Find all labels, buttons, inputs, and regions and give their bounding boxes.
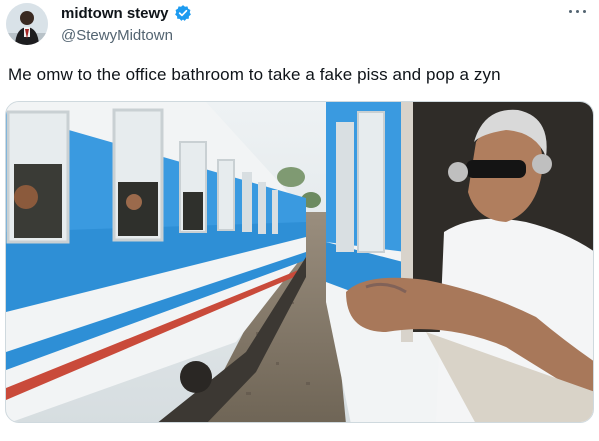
- verified-badge-icon: [174, 4, 192, 22]
- author-handle[interactable]: @StewyMidtown: [61, 27, 173, 44]
- author-display-name[interactable]: midtown stewy: [61, 5, 169, 22]
- author-avatar[interactable]: [6, 3, 48, 45]
- train-photo-illustration: [6, 102, 593, 422]
- post-media-image[interactable]: [5, 101, 594, 423]
- post-text: Me omw to the office bathroom to take a …: [8, 65, 501, 84]
- post-header: midtown stewy @StewyMidtown: [0, 0, 599, 60]
- more-options-icon[interactable]: [569, 5, 589, 17]
- author-name-row: midtown stewy: [61, 4, 192, 22]
- user-avatar-icon: [6, 3, 48, 45]
